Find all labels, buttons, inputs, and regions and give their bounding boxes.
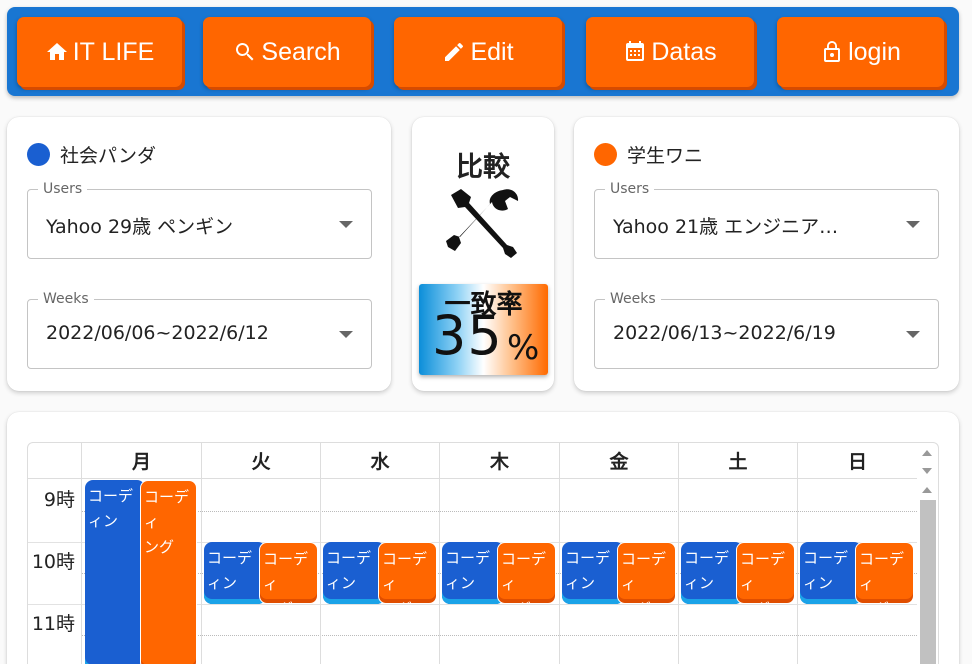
- nav-edit-label: Edit: [470, 37, 514, 66]
- event-label: コーディ ング: [740, 550, 786, 603]
- event-label: コーディ ング: [382, 550, 428, 603]
- nav-it-life-label: IT LIFE: [72, 37, 155, 66]
- right-users-label: Users: [605, 181, 655, 197]
- event-label: コーディ ング: [859, 550, 905, 603]
- nav-datas-button[interactable]: Datas: [586, 17, 754, 87]
- event-label: コーディン: [684, 549, 730, 592]
- right-weeks-label: Weeks: [605, 291, 661, 307]
- event-label: コーディン: [88, 487, 134, 530]
- chevron-down-icon: [906, 221, 920, 228]
- event-blue-sun[interactable]: コーディン: [800, 542, 862, 604]
- time-label-11: 11時: [31, 613, 75, 635]
- chevron-down-icon: [906, 331, 920, 338]
- weekly-calendar: 月 火 水 木 金 土 日 9時 10時 11時 コーディン コーディ ング コ…: [27, 442, 939, 664]
- day-header-tue: 火: [201, 443, 320, 479]
- event-orange-fri[interactable]: コーディ ング: [617, 542, 676, 604]
- left-user-card: 社会パンダ Users Yahoo 29歳 ペンギン Weeks 2022/06…: [7, 117, 391, 391]
- right-user-header: 学生ワニ: [594, 141, 703, 168]
- event-blue-mon[interactable]: コーディン: [85, 480, 145, 664]
- nav-search-button[interactable]: Search: [203, 17, 371, 87]
- day-header-mon: 月: [81, 443, 201, 479]
- scroll-up-icon: [922, 487, 932, 493]
- event-label: コーディン: [803, 549, 849, 592]
- chevron-down-icon: [339, 331, 353, 338]
- match-rate-badge: 一致率 35 %: [419, 284, 548, 375]
- day-header-thu: 木: [439, 443, 559, 479]
- event-label: コーディ ング: [621, 550, 667, 603]
- pencil-icon: [445, 42, 464, 61]
- grid-line: [81, 479, 82, 664]
- left-users-value: Yahoo 29歳 ペンギン: [46, 216, 234, 238]
- left-user-name: 社会パンダ: [60, 145, 156, 167]
- event-orange-wed[interactable]: コーディ ング: [378, 542, 437, 604]
- grid-line: [201, 479, 202, 664]
- left-weeks-label: Weeks: [38, 291, 94, 307]
- grid-line: [559, 479, 560, 664]
- tools-icon: [446, 189, 519, 258]
- day-header-sun: 日: [797, 443, 917, 479]
- event-label: コーディン: [445, 549, 491, 592]
- grid-line: [81, 511, 917, 512]
- event-orange-tue[interactable]: コーディ ング: [259, 542, 318, 604]
- event-label: コーディ ング: [263, 550, 309, 603]
- nav-datas-label: Datas: [651, 37, 717, 66]
- time-label-9: 9時: [43, 489, 75, 511]
- event-blue-wed[interactable]: コーディン: [323, 542, 385, 604]
- event-blue-fri[interactable]: コーディン: [562, 542, 624, 604]
- event-label: コーディン: [326, 549, 372, 592]
- search-icon: [236, 43, 254, 61]
- time-label-10: 10時: [31, 551, 75, 573]
- left-user-header: 社会パンダ: [27, 141, 156, 168]
- event-label: コーディ ング: [144, 488, 190, 556]
- event-orange-sat[interactable]: コーディ ング: [736, 542, 795, 604]
- match-rate-value: 35: [432, 304, 503, 367]
- day-header-wed: 水: [320, 443, 439, 479]
- left-weeks-value: 2022/06/06~2022/6/12: [46, 322, 269, 344]
- right-user-name: 学生ワニ: [627, 145, 704, 167]
- match-rate-unit: %: [507, 328, 540, 368]
- calendar-header: 月 火 水 木 金 土 日: [28, 443, 917, 479]
- right-weeks-select[interactable]: Weeks 2022/06/13~2022/6/19: [594, 291, 939, 369]
- nav-edit-button[interactable]: Edit: [394, 17, 562, 87]
- grid-line: [320, 479, 321, 664]
- event-label: コーディン: [207, 549, 253, 592]
- left-weeks-select[interactable]: Weeks 2022/06/06~2022/6/12: [27, 291, 372, 369]
- day-header-sat: 土: [678, 443, 797, 479]
- grid-line: [797, 479, 798, 664]
- nav-search-label: Search: [261, 37, 341, 66]
- right-users-select[interactable]: Users Yahoo 21歳 エンジニア…: [594, 181, 939, 259]
- event-blue-tue[interactable]: コーディン: [204, 542, 266, 604]
- left-users-select[interactable]: Users Yahoo 29歳 ペンギン: [27, 181, 372, 259]
- day-header-fri: 金: [559, 443, 678, 479]
- chevron-down-icon: [339, 221, 353, 228]
- compare-title: 比較: [456, 152, 510, 183]
- scroll-arrows-icon: [922, 450, 932, 474]
- scrollbar-thumb[interactable]: [920, 500, 936, 664]
- time-column: 9時 10時 11時: [28, 479, 81, 664]
- home-icon: [46, 43, 67, 60]
- nav-login-label: login: [848, 37, 901, 66]
- right-weeks-value: 2022/06/13~2022/6/19: [613, 322, 836, 344]
- event-label: コーディン: [565, 549, 611, 592]
- top-navbar: IT LIFE Search Edit Datas login: [7, 7, 959, 96]
- blue-dot-icon: [27, 143, 50, 166]
- orange-dot-icon: [594, 143, 617, 166]
- event-blue-sat[interactable]: コーディン: [681, 542, 743, 604]
- calendar-icon: [626, 41, 645, 61]
- compare-card: 比較 一致率 35 %: [412, 117, 554, 391]
- event-orange-sun[interactable]: コーディ ング: [855, 542, 914, 604]
- grid-line: [81, 635, 917, 636]
- left-users-label: Users: [38, 181, 88, 197]
- nav-it-life-button[interactable]: IT LIFE: [17, 17, 182, 87]
- event-orange-thu[interactable]: コーディ ング: [497, 542, 556, 604]
- nav-login-button[interactable]: login: [777, 17, 944, 87]
- right-users-value: Yahoo 21歳 エンジニア…: [613, 216, 839, 238]
- event-blue-thu[interactable]: コーディン: [442, 542, 504, 604]
- event-label: コーディ ング: [501, 550, 547, 603]
- event-orange-mon[interactable]: コーディ ング: [140, 480, 197, 664]
- grid-line: [678, 479, 679, 664]
- grid-line: [439, 479, 440, 664]
- right-user-card: 学生ワニ Users Yahoo 21歳 エンジニア… Weeks 2022/0…: [574, 117, 959, 391]
- lock-icon: [824, 41, 841, 62]
